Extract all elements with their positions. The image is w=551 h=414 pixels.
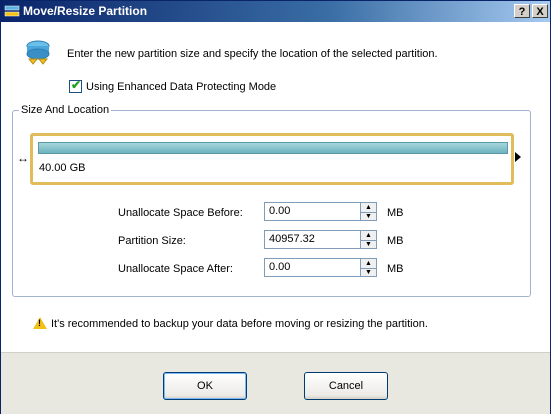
- enhanced-mode-checkbox[interactable]: ✔: [69, 78, 82, 93]
- unit-label: MB: [387, 207, 404, 219]
- close-button[interactable]: X: [532, 4, 548, 18]
- partition-bar[interactable]: [38, 142, 508, 154]
- partition-map[interactable]: 40.00 GB: [30, 133, 514, 185]
- button-bar: OK Cancel: [1, 352, 550, 414]
- unallocated-before-input[interactable]: 0.00: [264, 202, 361, 221]
- partition-size-spinner[interactable]: ▲ ▼: [361, 230, 377, 249]
- partition-app-icon: [4, 5, 20, 17]
- unallocated-before-spinner[interactable]: ▲ ▼: [361, 202, 377, 221]
- partition-size-input[interactable]: 40957.32: [264, 230, 361, 249]
- ok-button[interactable]: OK: [163, 372, 247, 400]
- window-title: Move/Resize Partition: [23, 4, 148, 18]
- spin-down-icon[interactable]: ▼: [361, 240, 376, 249]
- group-title: Size And Location: [19, 104, 112, 116]
- spin-down-icon[interactable]: ▼: [361, 268, 376, 277]
- instruction-text: Enter the new partition size and specify…: [67, 48, 438, 60]
- unallocated-before-label: Unallocate Space Before:: [118, 207, 243, 219]
- unallocated-after-input[interactable]: 0.00: [264, 258, 361, 277]
- resize-right-handle-icon[interactable]: [515, 152, 521, 162]
- dialog-window: Move/Resize Partition ? X Enter the new …: [0, 0, 551, 414]
- unallocated-after-label: Unallocate Space After:: [118, 263, 233, 275]
- unallocated-after-spinner[interactable]: ▲ ▼: [361, 258, 377, 277]
- resize-partition-icon: [26, 40, 50, 65]
- cancel-button[interactable]: Cancel: [304, 372, 388, 400]
- enhanced-mode-label: Using Enhanced Data Protecting Mode: [86, 81, 277, 93]
- spin-down-icon[interactable]: ▼: [361, 212, 376, 221]
- unit-label: MB: [387, 263, 404, 275]
- partition-size-label: 40.00 GB: [39, 162, 86, 174]
- partition-size-field-label: Partition Size:: [118, 235, 186, 247]
- unit-label: MB: [387, 235, 404, 247]
- resize-left-handle-icon[interactable]: ↔: [17, 149, 31, 167]
- help-button[interactable]: ?: [514, 4, 530, 18]
- warning-text: It's recommended to backup your data bef…: [51, 318, 428, 330]
- warning-mark: !: [38, 318, 41, 328]
- checkmark-icon: ✔: [71, 78, 82, 92]
- title-bar[interactable]: Move/Resize Partition ? X: [1, 1, 550, 22]
